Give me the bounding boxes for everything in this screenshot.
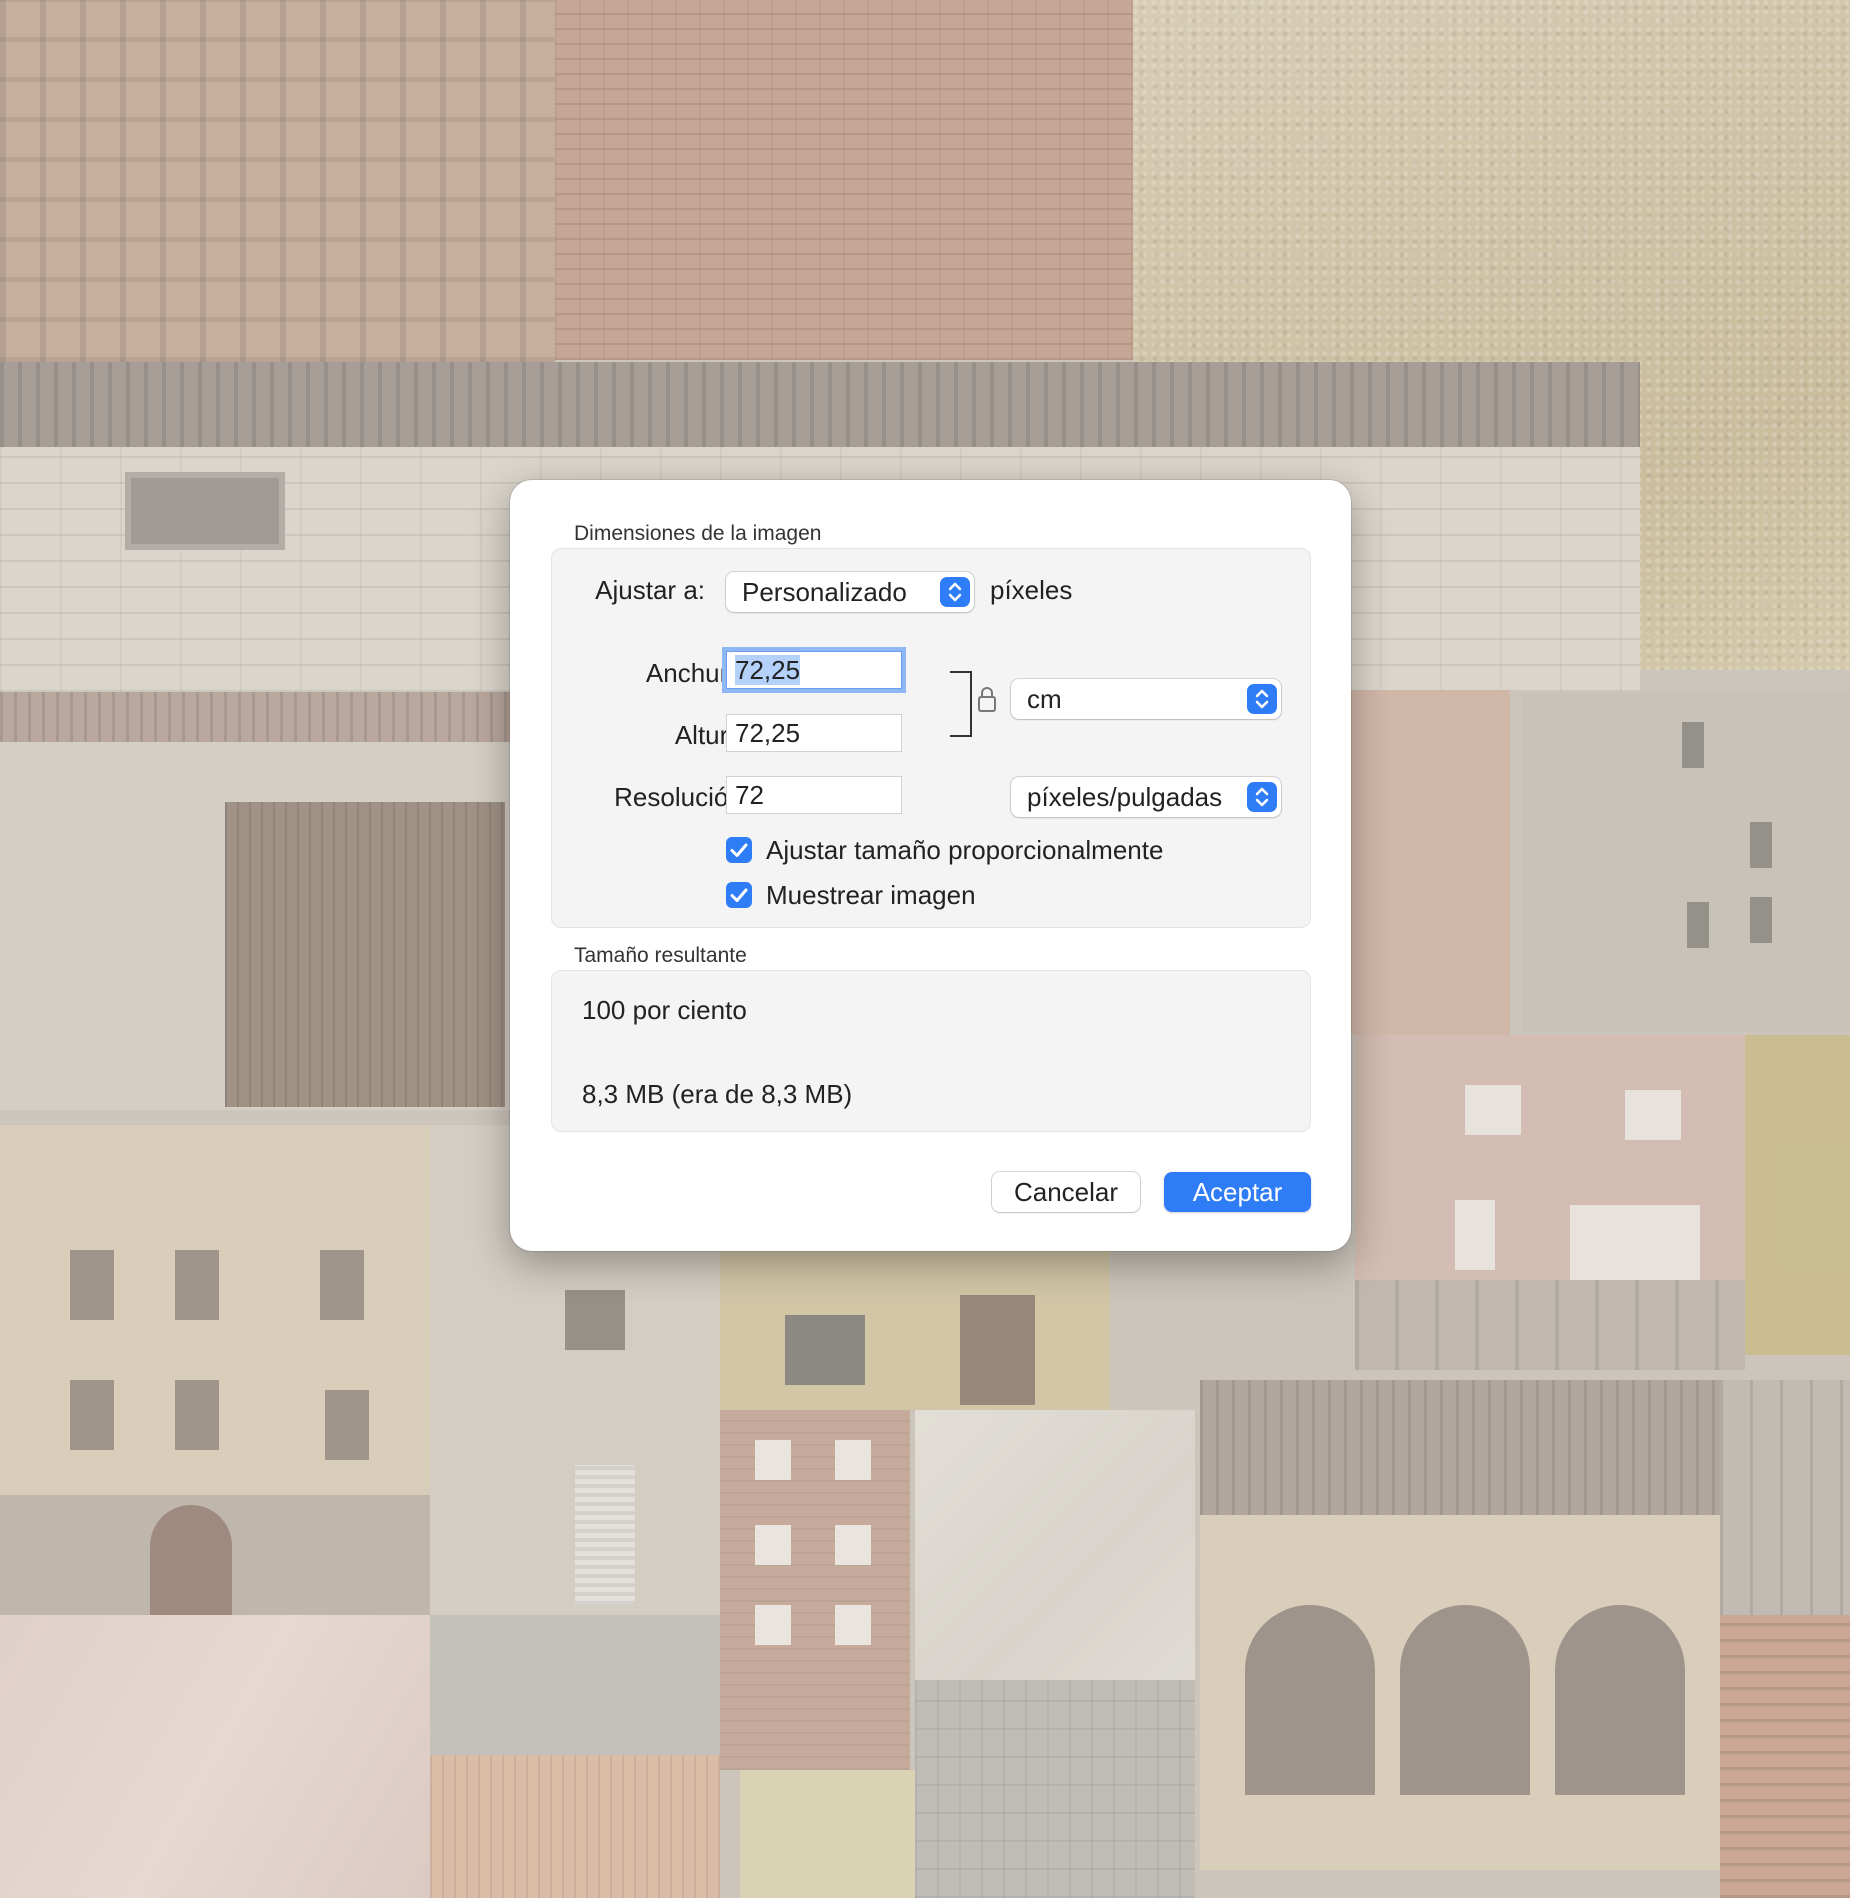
width-value: 72,25: [735, 655, 801, 685]
resolution-value: 72: [735, 780, 764, 810]
lock-icon[interactable]: [975, 685, 999, 720]
fit-label: Ajustar a:: [595, 575, 705, 605]
resolution-field[interactable]: 72: [726, 776, 902, 814]
checkmark-icon: [730, 888, 748, 902]
cancel-button[interactable]: Cancelar: [992, 1172, 1140, 1212]
height-field[interactable]: 72,25: [726, 714, 902, 752]
width-label: Anchura:: [645, 658, 750, 688]
section-title-dimensions: Dimensiones de la imagen: [574, 522, 822, 545]
size-unit-value: cm: [1027, 684, 1062, 714]
height-value: 72,25: [735, 718, 801, 748]
width-field[interactable]: 72,25: [726, 651, 902, 689]
resolution-unit-popup[interactable]: píxeles/pulgadas: [1011, 777, 1281, 817]
result-percent: 100 por ciento: [582, 995, 747, 1025]
ok-button[interactable]: Aceptar: [1164, 1172, 1311, 1212]
fit-popup[interactable]: Personalizado: [726, 572, 974, 612]
size-unit-popup[interactable]: cm: [1011, 679, 1281, 719]
resolution-unit-value: píxeles/pulgadas: [1027, 782, 1223, 812]
stepper-updown-icon: [940, 577, 970, 607]
image-size-dialog: Dimensiones de la imagen Ajustar a: Pers…: [510, 480, 1351, 1251]
scale-proportionally-label[interactable]: Ajustar tamaño proporcionalmente: [766, 835, 1163, 866]
fit-unit-label: píxeles: [990, 575, 1073, 605]
resample-label[interactable]: Muestrear imagen: [766, 880, 976, 911]
result-size: 8,3 MB (era de 8,3 MB): [582, 1079, 853, 1109]
section-title-result: Tamaño resultante: [574, 944, 747, 967]
link-bracket: [950, 671, 972, 737]
height-label: Altura:: [674, 720, 750, 750]
checkmark-icon: [730, 843, 748, 857]
stepper-updown-icon: [1247, 782, 1277, 812]
scale-proportionally-checkbox[interactable]: [726, 837, 752, 863]
resample-checkbox[interactable]: [726, 882, 752, 908]
resolution-label: Resolución:: [614, 782, 750, 812]
stepper-updown-icon: [1247, 684, 1277, 714]
fit-value: Personalizado: [742, 577, 907, 607]
